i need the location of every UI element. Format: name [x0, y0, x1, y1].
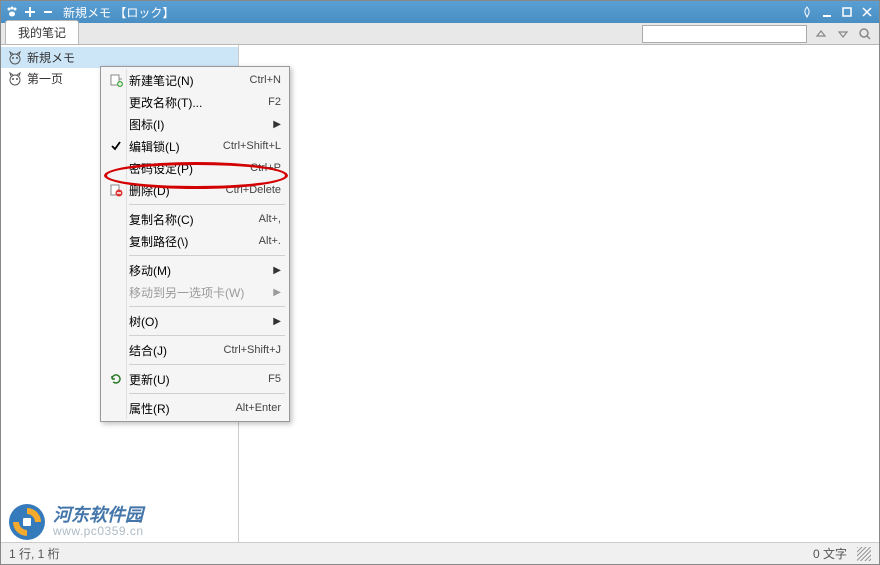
- tab-label: 我的笔记: [18, 26, 66, 40]
- editor-content[interactable]: [239, 45, 879, 542]
- menu-shortcut: Ctrl+N: [242, 74, 281, 86]
- menu-label: 复制名称(C): [125, 211, 251, 228]
- refresh-icon: [107, 371, 125, 387]
- menu-separator: [129, 335, 285, 336]
- menu-label: 移动到另一选项卡(W): [125, 284, 271, 301]
- menu-shortcut: F2: [260, 96, 281, 108]
- submenu-arrow-icon: ▶: [271, 316, 281, 327]
- watermark-text-cn: 河东软件园: [53, 506, 144, 526]
- context-menu: 新建笔记(N) Ctrl+N 更改名称(T)... F2 图标(I) ▶ 编辑锁…: [100, 66, 290, 422]
- search-input[interactable]: [642, 25, 807, 43]
- menu-separator: [129, 364, 285, 365]
- delete-icon: [107, 182, 125, 198]
- close-icon[interactable]: [859, 5, 875, 19]
- menu-item-properties[interactable]: 属性(R) Alt+Enter: [103, 397, 287, 419]
- menu-item-delete[interactable]: 删除(D) Ctrl+Delete: [103, 179, 287, 201]
- title-bar: 新規メモ 【ロック】: [1, 1, 879, 23]
- menu-item-move-to-tab: 移动到另一选项卡(W) ▶: [103, 281, 287, 303]
- menu-label: 结合(J): [125, 342, 216, 359]
- watermark-text-url: www.pc0359.cn: [53, 525, 144, 538]
- watermark-logo: 河东软件园 www.pc0359.cn: [7, 502, 144, 542]
- menu-label: 新建笔记(N): [125, 72, 242, 89]
- menu-label: 属性(R): [125, 400, 227, 417]
- tab-my-notes[interactable]: 我的笔记: [5, 20, 79, 44]
- menu-item-move[interactable]: 移动(M) ▶: [103, 259, 287, 281]
- app-paw-icon: [5, 5, 19, 19]
- menu-label: 树(O): [125, 313, 271, 330]
- menu-item-join[interactable]: 结合(J) Ctrl+Shift+J: [103, 339, 287, 361]
- menu-item-new-note[interactable]: 新建笔记(N) Ctrl+N: [103, 69, 287, 91]
- menu-shortcut: Ctrl+Shift+L: [215, 140, 281, 152]
- menu-shortcut: Ctrl+P: [242, 162, 281, 174]
- menu-item-rename[interactable]: 更改名称(T)... F2: [103, 91, 287, 113]
- menu-item-refresh[interactable]: 更新(U) F5: [103, 368, 287, 390]
- status-char-count: 0 文字: [813, 545, 847, 562]
- menu-shortcut: Alt+Enter: [227, 402, 281, 414]
- menu-item-copy-name[interactable]: 复制名称(C) Alt+,: [103, 208, 287, 230]
- tree-item-new-memo[interactable]: 新規メモ: [1, 47, 238, 68]
- menu-separator: [129, 306, 285, 307]
- menu-shortcut: F5: [260, 373, 281, 385]
- menu-label: 复制路径(\): [125, 233, 251, 250]
- pin-icon[interactable]: [799, 5, 815, 19]
- menu-separator: [129, 255, 285, 256]
- tab-bar: 我的笔记: [1, 23, 879, 45]
- menu-shortcut: Ctrl+Delete: [218, 184, 281, 196]
- menu-item-copy-path[interactable]: 复制路径(\) Alt+.: [103, 230, 287, 252]
- menu-shortcut: Alt+.: [251, 235, 281, 247]
- menu-item-password[interactable]: 密码设定(P) Ctrl+P: [103, 157, 287, 179]
- status-bar: 1 行, 1 桁 0 文字: [1, 542, 879, 564]
- menu-separator: [129, 204, 285, 205]
- watermark-logo-icon: [7, 502, 47, 542]
- menu-item-icon[interactable]: 图标(I) ▶: [103, 113, 287, 135]
- check-icon: [107, 138, 125, 154]
- menu-label: 密码设定(P): [125, 160, 242, 177]
- menu-item-tree[interactable]: 树(O) ▶: [103, 310, 287, 332]
- menu-label: 移动(M): [125, 262, 271, 279]
- search-icon[interactable]: [857, 26, 873, 42]
- tree-item-label: 第一页: [27, 70, 63, 87]
- menu-label: 编辑锁(L): [125, 138, 215, 155]
- minimize-icon[interactable]: [819, 5, 835, 19]
- maximize-icon[interactable]: [839, 5, 855, 19]
- menu-label: 删除(D): [125, 182, 218, 199]
- menu-label: 更改名称(T)...: [125, 94, 260, 111]
- new-note-icon: [107, 72, 125, 88]
- submenu-arrow-icon: ▶: [271, 119, 281, 130]
- tree-item-label: 新規メモ: [27, 49, 75, 66]
- menu-shortcut: Ctrl+Shift+J: [216, 344, 281, 356]
- up-arrow-icon[interactable]: [813, 26, 829, 42]
- cat-icon: [7, 71, 23, 87]
- status-cursor-pos: 1 行, 1 桁: [9, 545, 60, 562]
- submenu-arrow-icon: ▶: [271, 265, 281, 276]
- down-arrow-icon[interactable]: [835, 26, 851, 42]
- add-icon[interactable]: [23, 5, 37, 19]
- minimize-toolbar-icon[interactable]: [41, 5, 55, 19]
- menu-item-edit-lock[interactable]: 编辑锁(L) Ctrl+Shift+L: [103, 135, 287, 157]
- menu-separator: [129, 393, 285, 394]
- resize-grip-icon[interactable]: [857, 547, 871, 561]
- submenu-arrow-icon: ▶: [271, 287, 281, 298]
- menu-label: 更新(U): [125, 371, 260, 388]
- menu-shortcut: Alt+,: [251, 213, 281, 225]
- cat-icon: [7, 50, 23, 66]
- menu-label: 图标(I): [125, 116, 271, 133]
- window-title: 新規メモ 【ロック】: [63, 4, 174, 21]
